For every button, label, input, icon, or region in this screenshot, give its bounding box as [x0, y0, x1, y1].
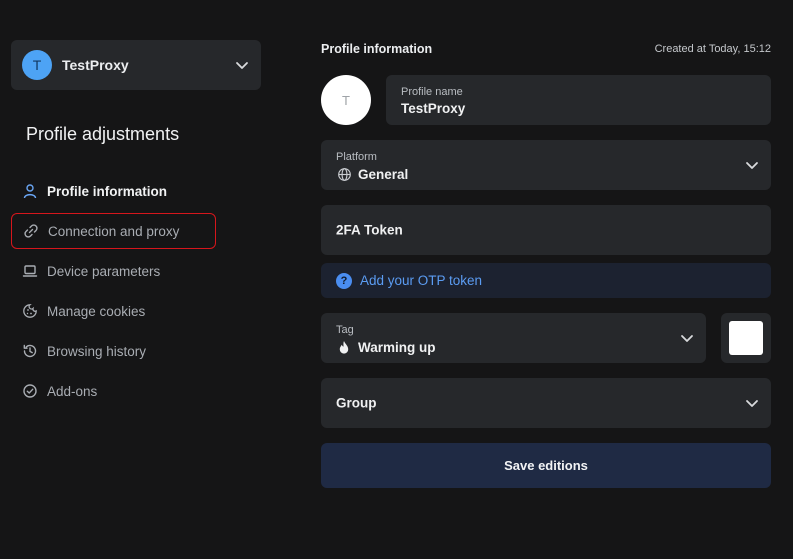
cookie-icon	[21, 302, 39, 320]
group-label: Group	[336, 395, 377, 411]
user-icon	[21, 182, 39, 200]
sidebar-item-label: Device parameters	[47, 263, 161, 279]
sidebar-nav: Profile information Connection and proxy…	[11, 171, 231, 411]
avatar: T	[22, 50, 52, 80]
profile-switcher-name: TestProxy	[62, 57, 129, 73]
twofa-token-label: 2FA Token	[336, 222, 403, 238]
color-swatch	[729, 321, 763, 355]
sidebar-item-browsing-history[interactable]: Browsing history	[11, 331, 231, 371]
sidebar-item-label: Manage cookies	[47, 303, 146, 319]
app-root: T TestProxy Profile adjustments Profile …	[0, 0, 793, 559]
chevron-down-icon	[235, 58, 249, 72]
platform-select[interactable]: Platform General	[321, 140, 771, 190]
page-title: Profile information	[321, 42, 433, 56]
add-otp-token-link[interactable]: ? Add your OTP token	[321, 263, 771, 298]
sidebar-item-label: Connection and proxy	[48, 223, 180, 239]
link-icon	[22, 222, 40, 240]
sidebar-item-profile-information[interactable]: Profile information	[11, 171, 231, 211]
tag-value-wrap: Warming up	[336, 339, 436, 355]
sidebar-item-label: Profile information	[47, 183, 168, 199]
globe-icon	[336, 166, 352, 182]
created-timestamp: Created at Today, 15:12	[654, 43, 771, 55]
sidebar-item-connection-and-proxy[interactable]: Connection and proxy	[11, 213, 216, 249]
platform-value: General	[358, 166, 409, 182]
question-icon: ?	[336, 272, 352, 289]
chevron-down-icon	[745, 396, 759, 410]
profile-name-field[interactable]: Profile name TestProxy	[386, 75, 771, 125]
section-title: Profile adjustments	[26, 124, 180, 144]
tag-select[interactable]: Tag Warming up	[321, 313, 706, 363]
laptop-icon	[21, 262, 39, 280]
sidebar-item-device-parameters[interactable]: Device parameters	[11, 251, 231, 291]
group-select[interactable]: Group	[321, 378, 771, 428]
fire-icon	[336, 339, 352, 355]
profile-switcher[interactable]: T TestProxy	[11, 40, 261, 90]
sidebar-item-manage-cookies[interactable]: Manage cookies	[11, 291, 231, 331]
profile-name-value: TestProxy	[401, 101, 466, 116]
tag-label: Tag	[336, 324, 354, 336]
tag-value: Warming up	[358, 339, 436, 355]
profile-avatar[interactable]: T	[321, 75, 371, 125]
profile-name-label: Profile name	[401, 86, 463, 98]
otp-label: Add your OTP token	[360, 273, 483, 288]
sidebar-item-label: Browsing history	[47, 343, 147, 359]
platform-value-wrap: General	[336, 166, 408, 182]
chevron-down-icon	[680, 331, 694, 345]
tag-color-picker[interactable]	[721, 313, 771, 363]
save-button[interactable]: Save editions	[321, 443, 771, 488]
check-circle-icon	[21, 382, 39, 400]
sidebar-item-label: Add-ons	[47, 383, 98, 399]
chevron-down-icon	[745, 158, 759, 172]
platform-label: Platform	[336, 151, 377, 163]
history-icon	[21, 342, 39, 360]
sidebar-item-add-ons[interactable]: Add-ons	[11, 371, 231, 411]
twofa-token-field[interactable]: 2FA Token	[321, 205, 771, 255]
